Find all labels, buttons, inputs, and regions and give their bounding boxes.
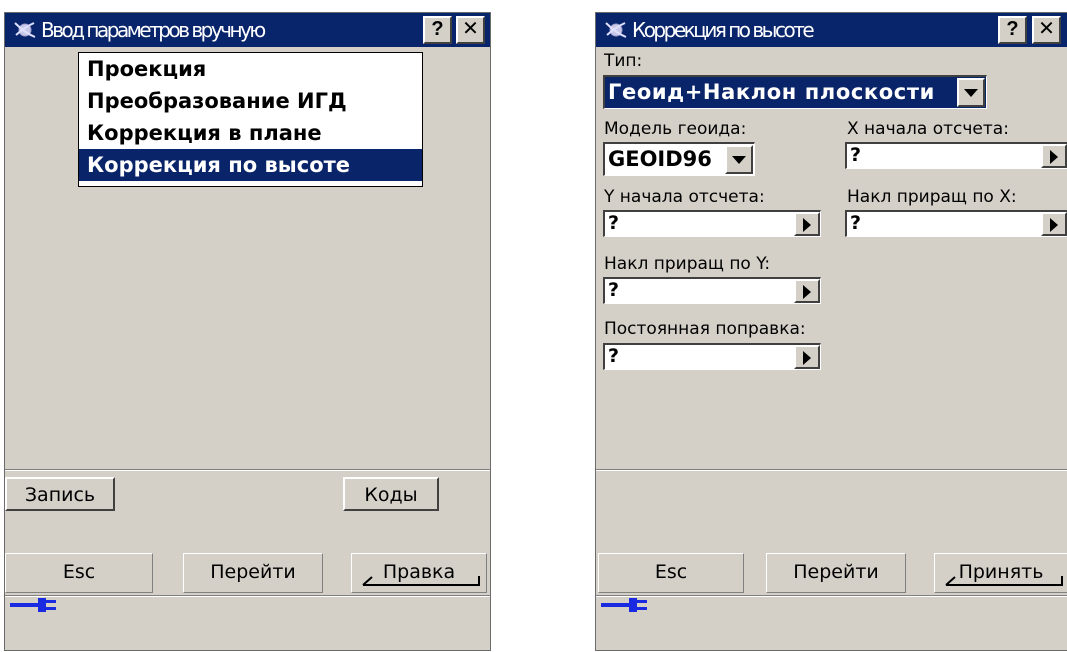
y-origin-field[interactable]: ? (603, 210, 821, 237)
title-bar: Коррекция по высоте ? ✕ (596, 13, 1067, 47)
divider (5, 469, 490, 471)
type-select[interactable]: Геоид+Наклон плоскости (603, 75, 987, 109)
corner-bracket-icon (362, 576, 480, 586)
right-arrow-icon[interactable] (794, 212, 820, 236)
close-icon: ✕ (1038, 18, 1055, 40)
geoid-select[interactable]: GEOID96 (603, 142, 755, 176)
divider (596, 469, 1067, 471)
app-icon (605, 22, 627, 38)
window-title: Коррекция по высоте (632, 18, 815, 42)
accept-button[interactable]: Принять (934, 553, 1067, 593)
geoid-select-value: GEOID96 (608, 147, 712, 171)
goto-button[interactable]: Перейти (183, 553, 323, 593)
x-origin-field[interactable]: ? (845, 142, 1067, 169)
codes-button[interactable]: Коды (343, 477, 439, 511)
right-arrow-icon[interactable] (1041, 144, 1067, 168)
type-label: Тип: (604, 51, 643, 71)
help-icon: ? (1006, 18, 1019, 40)
goto-button[interactable]: Перейти (766, 553, 906, 593)
help-button[interactable]: ? (998, 16, 1027, 44)
divider (596, 595, 1067, 597)
x-slope-field[interactable]: ? (845, 210, 1067, 237)
help-icon: ? (431, 18, 444, 40)
help-button[interactable]: ? (423, 16, 452, 44)
y-slope-value: ? (608, 279, 620, 301)
esc-button[interactable]: Esc (5, 553, 153, 593)
dropdown-arrow-icon (957, 78, 985, 107)
dropdown-arrow-icon (725, 145, 753, 174)
divider (5, 595, 490, 597)
manual-parameters-window: Ввод параметров вручную ? ✕ Проекция Пре… (4, 12, 491, 651)
constant-correction-label: Постоянная поправка: (604, 319, 806, 339)
edit-button[interactable]: Правка (351, 553, 487, 593)
constant-correction-field[interactable]: ? (603, 343, 821, 370)
parameter-menu: Проекция Преобразование ИГД Коррекция в … (78, 52, 423, 187)
height-correction-window: Коррекция по высоте ? ✕ Тип: Геоид+Накло… (595, 12, 1067, 651)
geoid-label: Модель геоида: (604, 119, 747, 139)
record-button[interactable]: Запись (5, 477, 115, 511)
y-origin-value: ? (608, 212, 620, 234)
power-plug-icon (601, 598, 647, 612)
right-arrow-icon[interactable] (794, 279, 820, 303)
window-title: Ввод параметров вручную (41, 18, 266, 42)
menu-item-horizontal-correction[interactable]: Коррекция в плане (79, 117, 422, 149)
y-slope-label: Накл приращ по Y: (604, 254, 771, 274)
corner-bracket-icon (945, 576, 1063, 586)
y-slope-field[interactable]: ? (603, 277, 821, 304)
type-select-value: Геоид+Наклон плоскости (608, 80, 935, 104)
menu-item-vertical-correction[interactable]: Коррекция по высоте (79, 149, 422, 181)
esc-button[interactable]: Esc (598, 553, 744, 593)
y-origin-label: Y начала отсчета: (604, 187, 765, 207)
x-origin-label: X начала отсчета: (847, 119, 1009, 139)
x-origin-value: ? (850, 144, 862, 166)
title-bar: Ввод параметров вручную ? ✕ (5, 13, 490, 47)
menu-item-projection[interactable]: Проекция (79, 53, 422, 85)
right-arrow-icon[interactable] (794, 345, 820, 369)
x-slope-value: ? (850, 212, 862, 234)
power-plug-icon (10, 598, 56, 612)
constant-correction-value: ? (608, 345, 620, 367)
right-arrow-icon[interactable] (1041, 212, 1067, 236)
app-icon (14, 22, 36, 38)
close-icon: ✕ (462, 18, 479, 40)
x-slope-label: Накл приращ по X: (847, 187, 1017, 207)
close-button[interactable]: ✕ (1032, 16, 1061, 44)
close-button[interactable]: ✕ (456, 16, 485, 44)
menu-item-igd-transform[interactable]: Преобразование ИГД (79, 85, 422, 117)
